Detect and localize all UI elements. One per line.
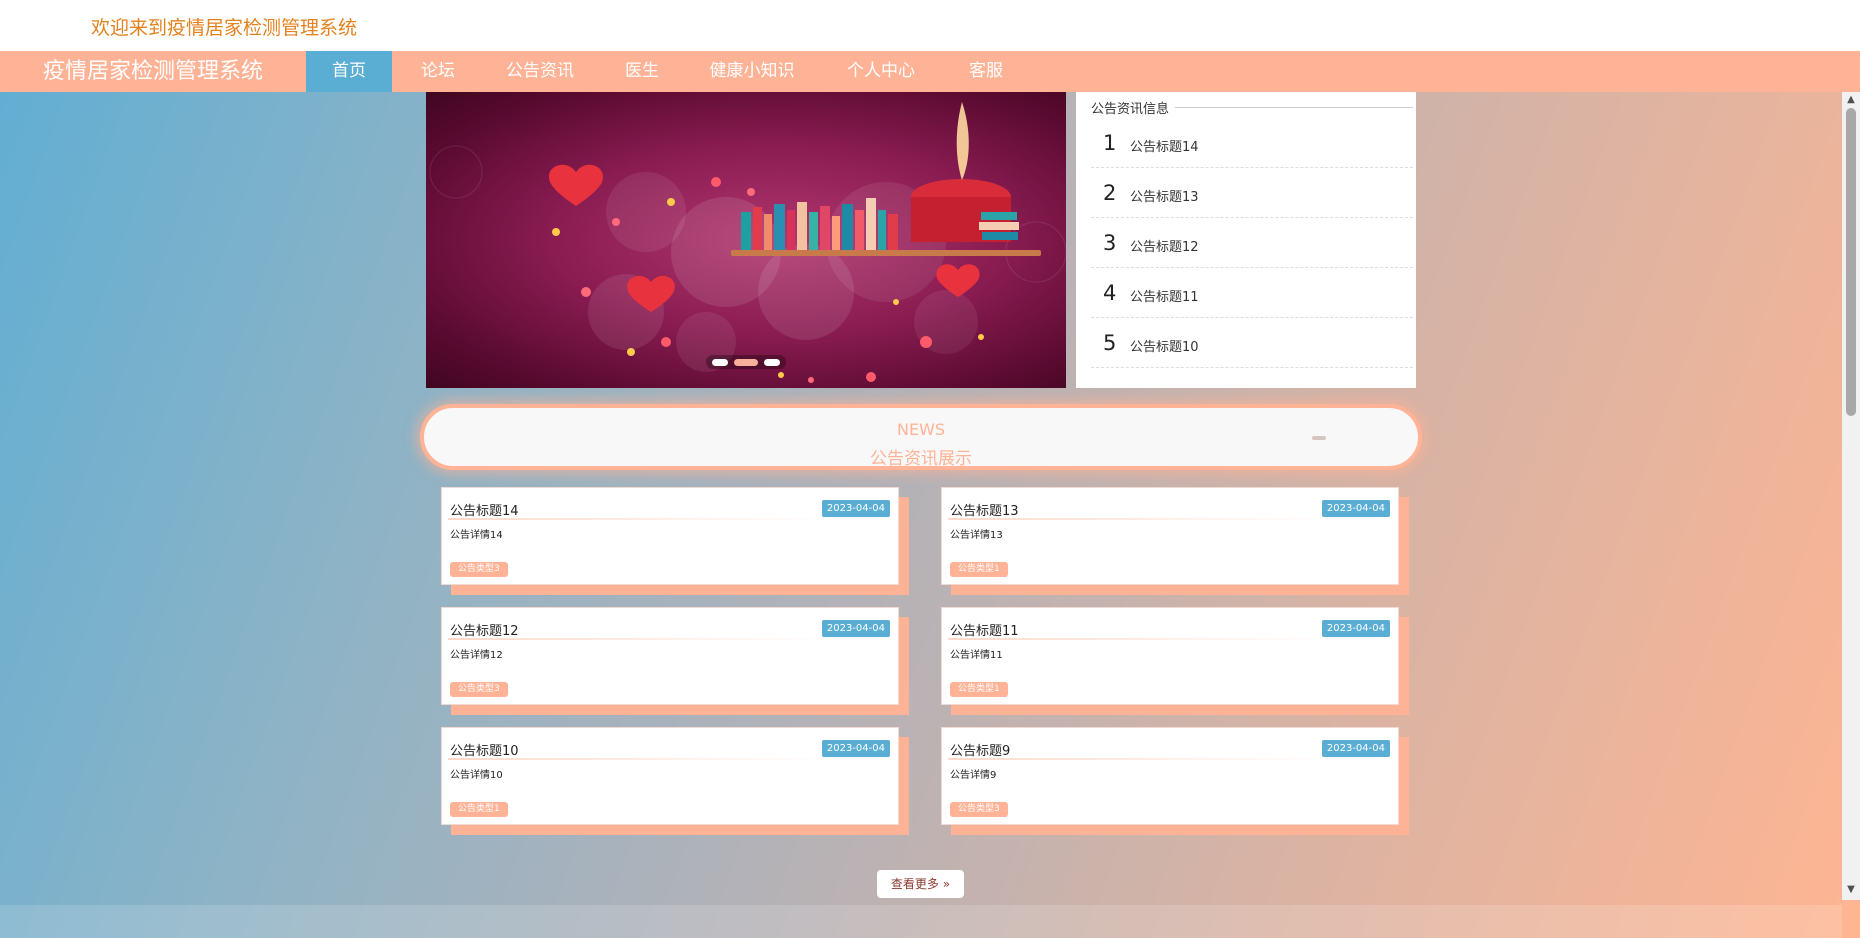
news-card-desc: 公告详情12 bbox=[450, 650, 503, 661]
news-card-tag: 公告类型1 bbox=[950, 682, 1008, 697]
card-body: 公告标题9 2023-04-04 公告详情9 公告类型3 bbox=[941, 727, 1399, 825]
news-card-tag: 公告类型3 bbox=[450, 562, 508, 577]
news-card-desc: 公告详情11 bbox=[950, 650, 1003, 661]
notice-item[interactable]: 4 公告标题11 bbox=[1091, 267, 1413, 318]
nav-item-notices[interactable]: 公告资讯 bbox=[484, 51, 596, 92]
news-card-title: 公告标题12 bbox=[450, 624, 519, 639]
nav-item-doctor[interactable]: 医生 bbox=[596, 51, 688, 92]
footer-strip bbox=[0, 905, 1842, 938]
news-section-header: NEWS 公告资讯展示 bbox=[420, 404, 1422, 470]
view-more-button[interactable]: 查看更多 » bbox=[877, 870, 964, 898]
nav-item-forum[interactable]: 论坛 bbox=[392, 51, 484, 92]
decorative-dash-icon bbox=[1312, 436, 1326, 440]
notice-link[interactable]: 公告标题11 bbox=[1130, 286, 1199, 305]
notice-panel: 公告资讯信息 1 公告标题14 2 公告标题13 3 公告标题12 4 公告标题… bbox=[1076, 92, 1416, 388]
nav-item-health-tips[interactable]: 健康小知识 bbox=[688, 51, 816, 92]
nav-item-personal-center[interactable]: 个人中心 bbox=[816, 51, 946, 92]
notice-link[interactable]: 公告标题13 bbox=[1130, 186, 1199, 205]
notice-link[interactable]: 公告标题14 bbox=[1130, 136, 1199, 155]
card-body: 公告标题11 2023-04-04 公告详情11 公告类型1 bbox=[941, 607, 1399, 705]
news-card[interactable]: 公告标题9 2023-04-04 公告详情9 公告类型3 bbox=[941, 727, 1409, 835]
news-card[interactable]: 公告标题11 2023-04-04 公告详情11 公告类型1 bbox=[941, 607, 1409, 715]
news-card[interactable]: 公告标题13 2023-04-04 公告详情13 公告类型1 bbox=[941, 487, 1409, 595]
news-card-desc: 公告详情10 bbox=[450, 770, 503, 781]
news-card-title: 公告标题10 bbox=[450, 744, 519, 759]
nav-item-customer-service[interactable]: 客服 bbox=[946, 51, 1026, 92]
notice-item[interactable]: 3 公告标题12 bbox=[1091, 217, 1413, 268]
nav-bar: 疫情居家检测管理系统 首页 论坛 公告资讯 医生 健康小知识 个人中心 客服 bbox=[0, 51, 1860, 92]
card-body: 公告标题12 2023-04-04 公告详情12 公告类型3 bbox=[441, 607, 899, 705]
news-card-date: 2023-04-04 bbox=[821, 740, 890, 757]
scrollbar-thumb[interactable] bbox=[1846, 108, 1856, 416]
news-card-tag: 公告类型1 bbox=[450, 802, 508, 817]
notice-number: 1 bbox=[1103, 131, 1117, 155]
news-card-title: 公告标题13 bbox=[950, 504, 1019, 519]
news-card-date: 2023-04-04 bbox=[1321, 620, 1390, 637]
scroll-down-arrow-icon[interactable]: ▼ bbox=[1845, 884, 1857, 896]
banner-image bbox=[429, 102, 1066, 383]
news-en-title: NEWS bbox=[896, 420, 946, 439]
news-card-desc: 公告详情14 bbox=[450, 530, 503, 541]
notice-item[interactable]: 5 公告标题10 bbox=[1091, 317, 1413, 368]
news-card[interactable]: 公告标题14 2023-04-04 公告详情14 公告类型3 bbox=[441, 487, 909, 595]
news-card-desc: 公告详情13 bbox=[950, 530, 1003, 541]
carousel-dot-1[interactable] bbox=[712, 358, 728, 366]
carousel-indicators bbox=[706, 355, 786, 369]
news-cn-title: 公告资讯展示 bbox=[870, 449, 972, 469]
notice-item[interactable]: 2 公告标题13 bbox=[1091, 167, 1413, 218]
news-card-desc: 公告详情9 bbox=[950, 770, 997, 781]
notice-panel-title: 公告资讯信息 bbox=[1091, 98, 1176, 117]
news-card-tag: 公告类型1 bbox=[950, 562, 1008, 577]
scroll-up-arrow-icon[interactable]: ▲ bbox=[1845, 94, 1857, 106]
brand-title: 疫情居家检测管理系统 bbox=[42, 59, 263, 84]
welcome-text: 欢迎来到疫情居家检测管理系统 bbox=[91, 17, 358, 39]
notice-number: 4 bbox=[1103, 281, 1117, 305]
news-card-date: 2023-04-04 bbox=[1321, 500, 1390, 517]
notice-link[interactable]: 公告标题10 bbox=[1130, 336, 1199, 355]
notice-number: 3 bbox=[1103, 231, 1117, 255]
news-card-date: 2023-04-04 bbox=[1321, 740, 1390, 757]
card-body: 公告标题13 2023-04-04 公告详情13 公告类型1 bbox=[941, 487, 1399, 585]
top-bar: 欢迎来到疫情居家检测管理系统 bbox=[0, 0, 1860, 51]
notice-link[interactable]: 公告标题12 bbox=[1130, 236, 1199, 255]
card-body: 公告标题14 2023-04-04 公告详情14 公告类型3 bbox=[441, 487, 899, 585]
carousel-dot-2[interactable] bbox=[734, 358, 758, 366]
news-card-title: 公告标题9 bbox=[950, 744, 1011, 759]
card-body: 公告标题10 2023-04-04 公告详情10 公告类型1 bbox=[441, 727, 899, 825]
notice-number: 2 bbox=[1103, 181, 1117, 205]
nav-item-home[interactable]: 首页 bbox=[306, 51, 392, 92]
notice-item[interactable]: 1 公告标题14 bbox=[1091, 117, 1413, 168]
news-card[interactable]: 公告标题10 2023-04-04 公告详情10 公告类型1 bbox=[441, 727, 909, 835]
notice-number: 5 bbox=[1103, 331, 1117, 355]
news-card[interactable]: 公告标题12 2023-04-04 公告详情12 公告类型3 bbox=[441, 607, 909, 715]
news-card-tag: 公告类型3 bbox=[950, 802, 1008, 817]
banner-carousel[interactable] bbox=[426, 92, 1066, 388]
news-card-tag: 公告类型3 bbox=[450, 682, 508, 697]
carousel-dot-3[interactable] bbox=[764, 358, 780, 366]
news-card-date: 2023-04-04 bbox=[821, 500, 890, 517]
news-card-title: 公告标题11 bbox=[950, 624, 1019, 639]
news-card-title: 公告标题14 bbox=[450, 504, 519, 519]
news-card-date: 2023-04-04 bbox=[821, 620, 890, 637]
